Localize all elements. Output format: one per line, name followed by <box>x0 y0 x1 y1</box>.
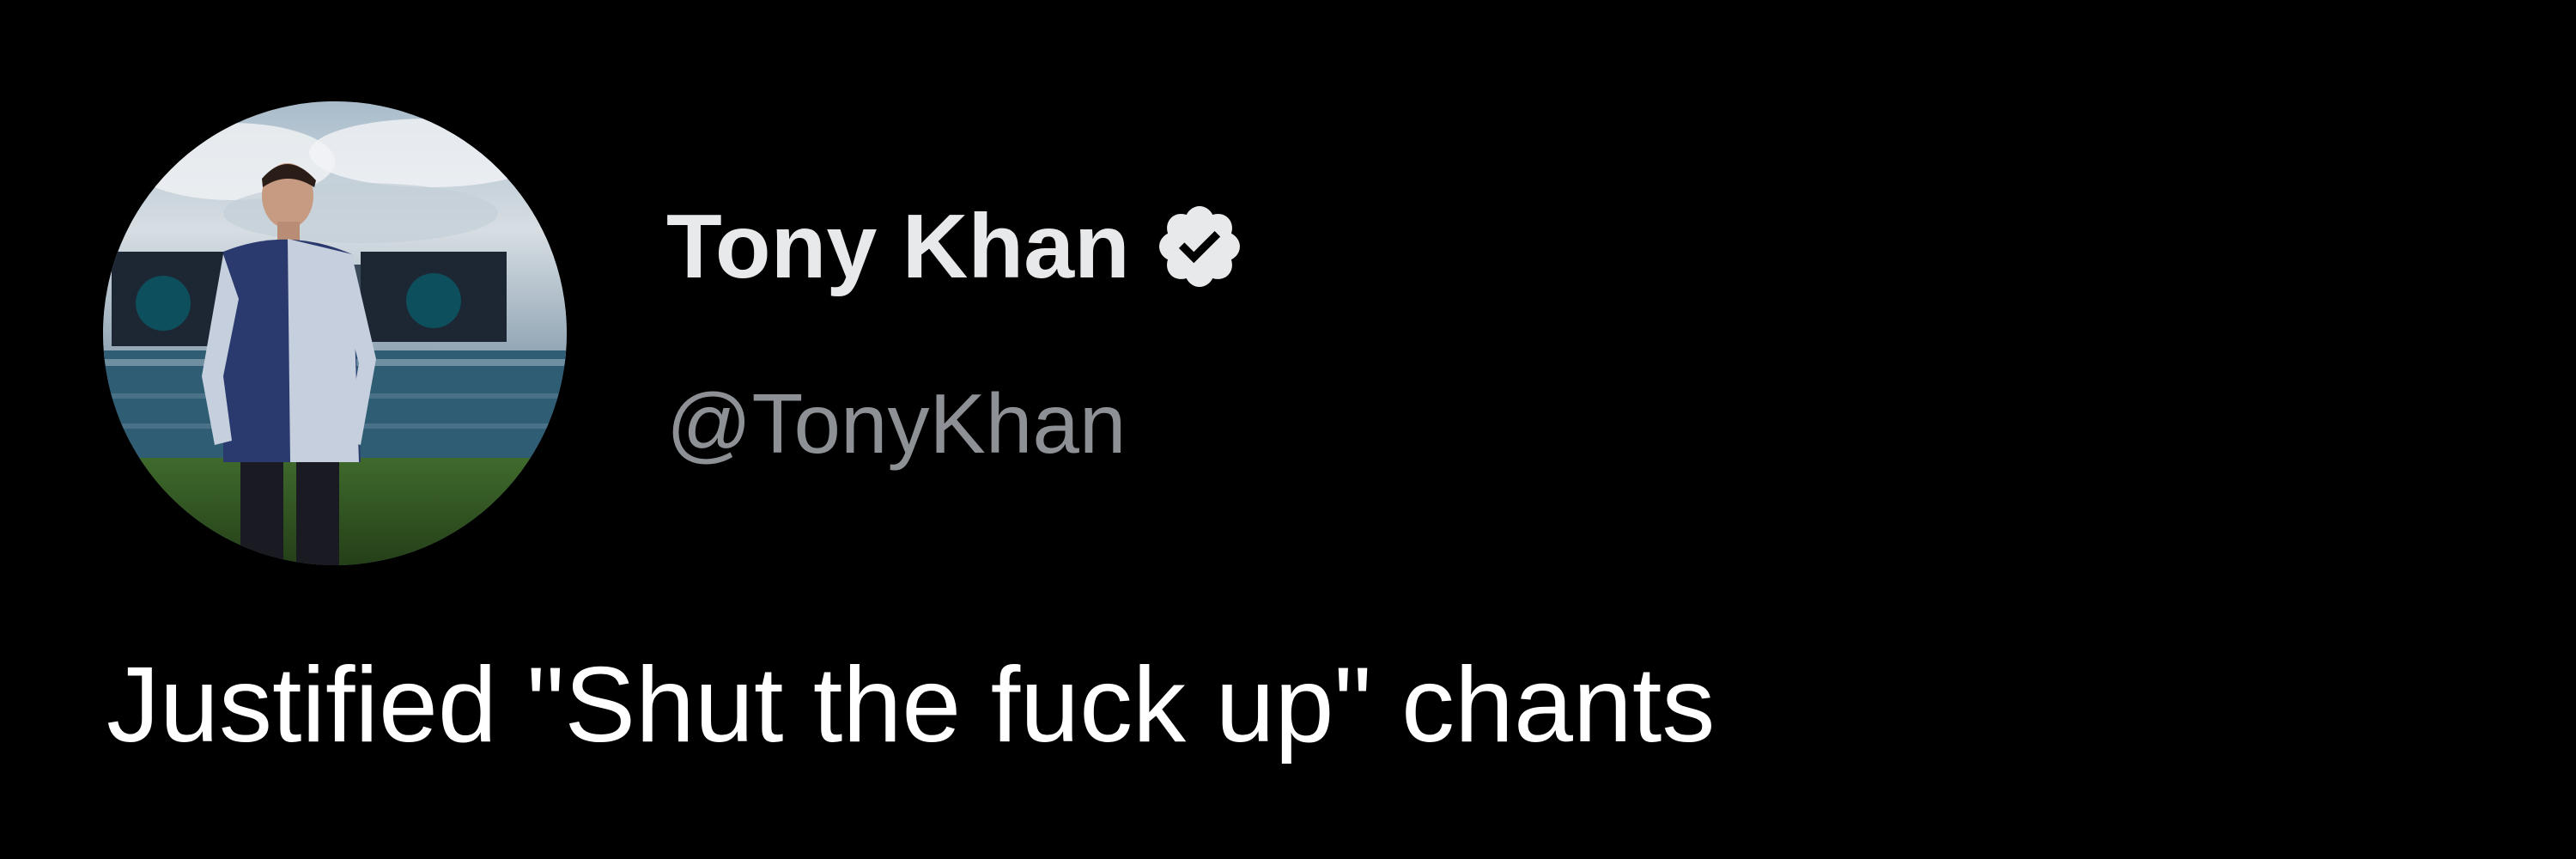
tweet-card: Tony Khan @TonyKhan Justified "Shut the … <box>0 0 2576 859</box>
verified-badge-icon <box>1152 199 1247 294</box>
tweet-text: Justified "Shut the fuck up" chants <box>106 646 1716 765</box>
author-line: Tony Khan <box>666 199 1247 294</box>
author-handle[interactable]: @TonyKhan <box>666 376 1126 471</box>
avatar[interactable] <box>103 101 567 565</box>
avatar-photo <box>103 101 567 565</box>
author-name[interactable]: Tony Khan <box>666 199 1130 294</box>
